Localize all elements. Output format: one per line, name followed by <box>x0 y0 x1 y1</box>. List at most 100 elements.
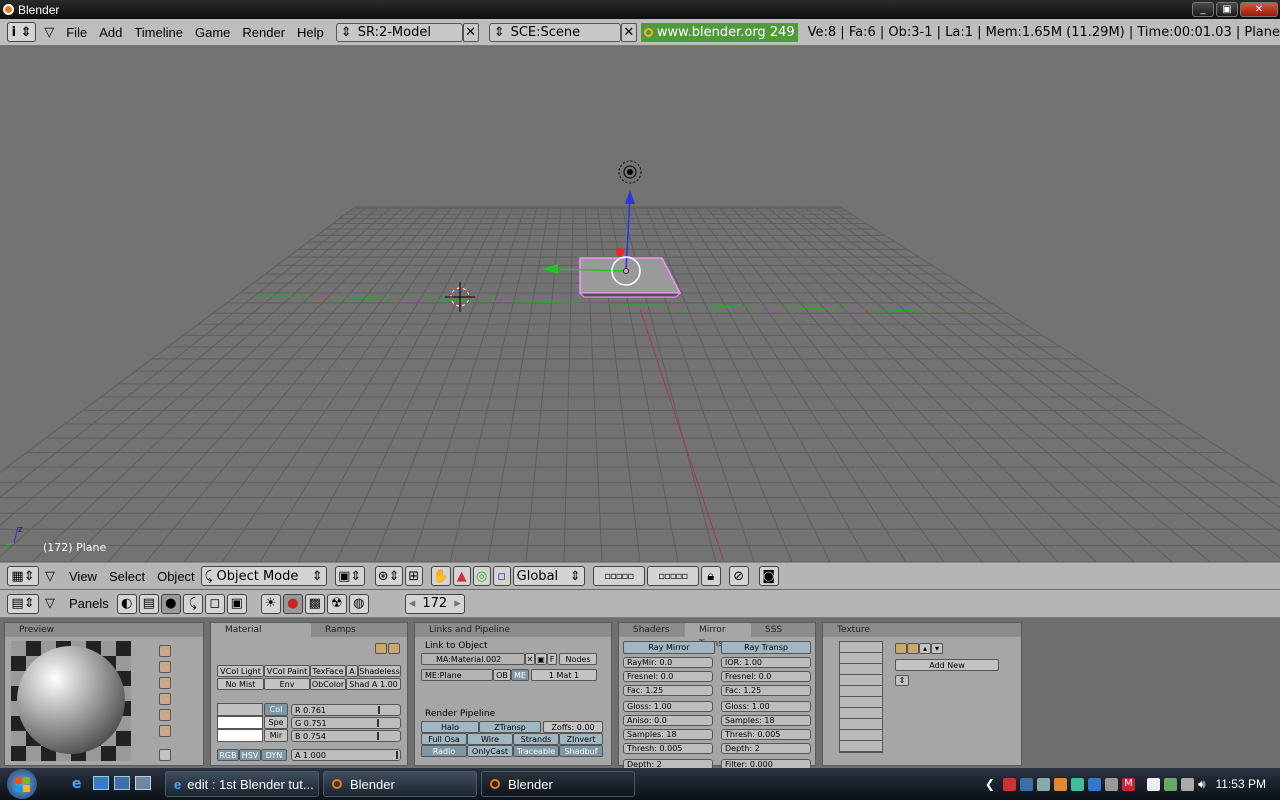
unlink-material-button[interactable]: ✕ <box>525 653 535 665</box>
shadbuf-toggle[interactable]: Shadbuf <box>559 745 603 757</box>
full-osa-toggle[interactable]: Full Osa <box>421 733 467 745</box>
preview-sky-button[interactable] <box>159 725 171 737</box>
rgb-mode-button[interactable]: RGB <box>217 749 239 761</box>
delete-scene-button[interactable]: ✕ <box>620 22 637 42</box>
transp-setting-field[interactable]: Fresnel: 0.0 <box>721 671 811 682</box>
mirror-transp-tab[interactable]: Mirror Transp <box>687 623 749 649</box>
scale-toggle[interactable]: ▫ <box>492 566 511 586</box>
scene-selector[interactable]: ⇕ SCE:Scene <box>488 22 621 42</box>
mode-selector[interactable]: ⤹ Object Mode ⇕ <box>200 566 327 586</box>
blue-slider[interactable]: B 0.754 <box>291 730 401 742</box>
hsv-mode-button[interactable]: HSV <box>239 749 261 761</box>
spec-swatch[interactable] <box>217 716 263 729</box>
manipulator-toggle[interactable]: ✋ <box>430 566 451 586</box>
vcol-light-toggle[interactable]: VCol Light <box>217 665 264 677</box>
menu-file[interactable]: File <box>60 25 93 40</box>
texture-channel-list[interactable] <box>839 641 883 753</box>
traceable-toggle[interactable]: Traceable <box>513 745 559 757</box>
a-toggle[interactable]: A <box>346 665 358 677</box>
paste-material-button[interactable] <box>388 643 400 654</box>
minimize-button[interactable]: _ <box>1192 2 1214 17</box>
preview-cube-button[interactable] <box>159 677 171 689</box>
tray-app-icon[interactable] <box>1070 777 1084 791</box>
tray-app-icon[interactable] <box>1036 777 1050 791</box>
world-tab-button[interactable]: ◍ <box>348 593 369 614</box>
me-button[interactable]: ME <box>511 669 529 681</box>
texface-toggle[interactable]: TexFace <box>310 665 346 677</box>
3d-viewport[interactable]: z (172) Plane <box>0 47 1280 562</box>
task-blender-1[interactable]: Blender <box>323 771 477 797</box>
tray-app-icon[interactable] <box>1146 777 1160 791</box>
shading-context-button[interactable]: ● <box>160 593 181 614</box>
tray-app-icon[interactable] <box>1180 777 1194 791</box>
link-button[interactable]: ⊘ <box>728 566 749 586</box>
internet-explorer-icon[interactable]: e <box>72 776 88 792</box>
menu-game[interactable]: Game <box>189 25 236 40</box>
zinvert-toggle[interactable]: ZInvert <box>559 733 603 745</box>
frame-number-field[interactable]: ◂ 172 ▸ <box>404 593 465 614</box>
transp-setting-field[interactable]: Thresh: 0.005 <box>721 729 811 740</box>
ztransp-toggle[interactable]: ZTransp <box>479 721 541 733</box>
transp-setting-field[interactable]: IOR: 1.00 <box>721 657 811 668</box>
color-swatch[interactable] <box>217 703 263 716</box>
shaders-tab[interactable]: Shaders <box>619 623 685 637</box>
ramps-tab[interactable]: Ramps <box>311 623 407 637</box>
menu-help[interactable]: Help <box>291 25 330 40</box>
collapse-menu-icon[interactable]: ▽ <box>44 25 54 40</box>
f-button[interactable]: F <box>547 653 557 665</box>
pivot-button[interactable]: ⊛⇕ <box>374 566 403 586</box>
ray-transp-toggle[interactable]: Ray Transp <box>721 641 811 654</box>
scene-context-button[interactable]: ▣ <box>226 593 247 614</box>
task-blender-2[interactable]: Blender <box>481 771 635 797</box>
tray-expand-icon[interactable]: ❮ <box>985 777 995 791</box>
transp-setting-field[interactable]: Gloss: 1.00 <box>721 701 811 712</box>
screen-selector[interactable]: ⇕ SR:2-Model <box>335 22 463 42</box>
editor-type-button[interactable]: i ⇕ <box>7 22 37 42</box>
links-tab[interactable]: Links and Pipeline <box>415 623 611 637</box>
tray-app-icon[interactable] <box>1087 777 1101 791</box>
delete-screen-button[interactable]: ✕ <box>462 22 479 42</box>
mesh-name-field[interactable]: ME:Plane <box>421 669 493 681</box>
obcolor-toggle[interactable]: ObColor <box>310 678 346 690</box>
z-arrow-icon[interactable] <box>625 190 635 204</box>
green-slider[interactable]: G 0.751 <box>291 717 401 729</box>
volume-icon[interactable]: 🔊︎ <box>1198 777 1206 792</box>
transp-setting-field[interactable]: Fac: 1.25 <box>721 685 811 696</box>
shadeless-toggle[interactable]: Shadeless <box>358 665 401 677</box>
mir-button[interactable]: Mir <box>264 729 288 742</box>
copy-texture-button[interactable] <box>895 643 907 654</box>
preview-options-button[interactable] <box>159 749 171 761</box>
tray-app-icon[interactable] <box>1019 777 1033 791</box>
editor-type-button[interactable]: ▤⇕ <box>7 593 39 614</box>
zoffs-field[interactable]: Zoffs: 0.00 <box>543 721 603 733</box>
task-ie-tutorial[interactable]: e edit : 1st Blender tut... <box>165 771 319 797</box>
start-button[interactable] <box>0 768 44 800</box>
orientation-selector[interactable]: Global ⇕ <box>512 566 585 586</box>
layers-group-2[interactable]: ▫▫▫▫▫ <box>646 566 699 586</box>
dyn-mode-button[interactable]: DYN <box>261 749 287 761</box>
material-tab[interactable]: Material <box>211 623 309 637</box>
rotate-toggle[interactable]: ◎ <box>472 566 491 586</box>
transp-setting-field[interactable]: Depth: 2 <box>721 743 811 754</box>
mirror-setting-field[interactable]: Samples: 18 <box>623 729 713 740</box>
collapse-menu-icon[interactable]: ▽ <box>45 596 55 611</box>
preview-sphere-button[interactable] <box>159 661 171 673</box>
maximize-button[interactable]: ▣ <box>1216 2 1238 17</box>
translate-toggle[interactable]: ▲ <box>452 566 471 586</box>
selected-plane-object[interactable] <box>579 257 682 294</box>
menu-add[interactable]: Add <box>93 25 128 40</box>
mirror-setting-field[interactable]: Aniso: 0.0 <box>623 715 713 726</box>
menu-render[interactable]: Render <box>236 25 291 40</box>
mirror-setting-field[interactable]: Thresh: 0.005 <box>623 743 713 754</box>
move-down-icon[interactable]: ▾ <box>931 643 943 654</box>
menu-object[interactable]: Object <box>151 569 201 584</box>
fake-user-icon[interactable]: ▣ <box>535 653 547 665</box>
preview-hair-button[interactable] <box>159 709 171 721</box>
red-slider[interactable]: R 0.761 <box>291 704 401 716</box>
no-mist-toggle[interactable]: No Mist <box>217 678 264 690</box>
wire-toggle[interactable]: Wire <box>467 733 513 745</box>
render-preview-button[interactable]: ◙ <box>758 566 779 586</box>
onlycast-toggle[interactable]: OnlyCast <box>467 745 513 757</box>
tray-app-icon[interactable] <box>1104 777 1118 791</box>
paste-texture-button[interactable] <box>907 643 919 654</box>
